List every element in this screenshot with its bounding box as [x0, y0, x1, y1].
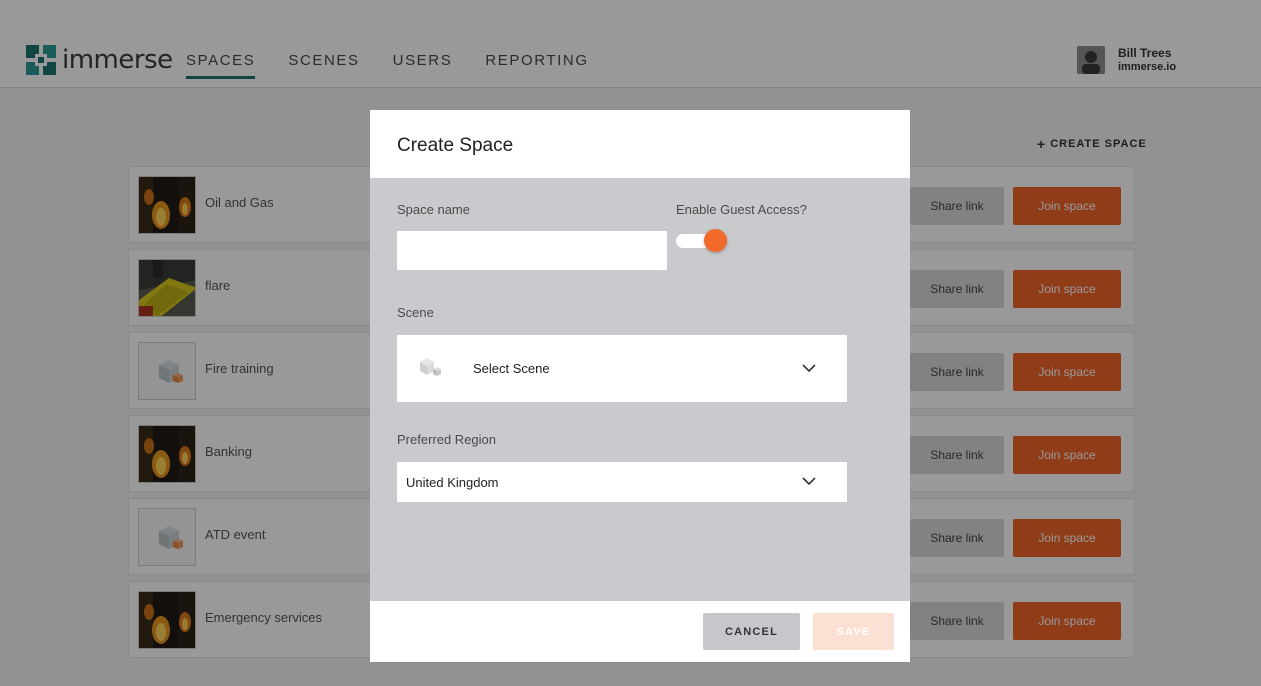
- dialog-footer: CANCEL SAVE: [370, 601, 910, 662]
- chevron-down-icon: [802, 364, 816, 373]
- chevron-down-icon: [802, 477, 816, 486]
- space-name-label: Space name: [397, 202, 470, 217]
- scene-select-value: Select Scene: [473, 361, 550, 376]
- guest-access-label: Enable Guest Access?: [676, 202, 807, 217]
- dialog-header: Create Space: [370, 110, 910, 178]
- region-label: Preferred Region: [397, 432, 496, 447]
- guest-access-toggle[interactable]: [676, 229, 730, 253]
- dialog-title: Create Space: [397, 135, 514, 156]
- space-name-input[interactable]: [397, 231, 667, 270]
- scene-label: Scene: [397, 305, 434, 320]
- save-button[interactable]: SAVE: [813, 613, 894, 650]
- cancel-button[interactable]: CANCEL: [703, 613, 800, 650]
- scene-select[interactable]: Select Scene: [397, 335, 847, 402]
- region-select[interactable]: United Kingdom: [397, 462, 847, 502]
- toggle-knob: [704, 229, 727, 252]
- cube-icon: [420, 358, 441, 376]
- region-select-value: United Kingdom: [406, 475, 499, 490]
- create-space-dialog: Create Space Space name Enable Guest Acc…: [370, 110, 910, 662]
